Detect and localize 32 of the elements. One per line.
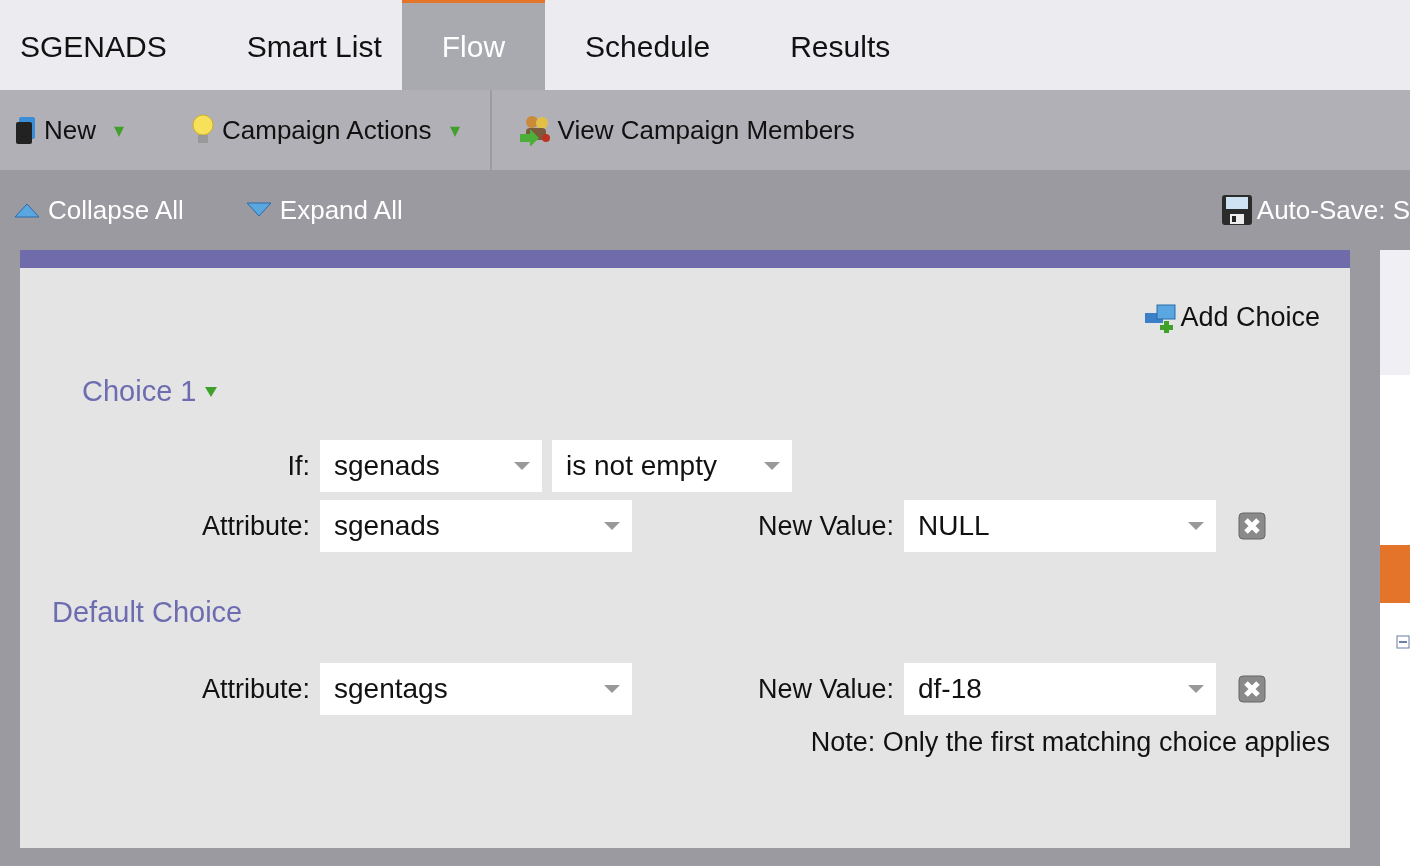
dropdown-field[interactable]: NULL [904,500,1216,552]
add-windows-icon [1144,302,1179,333]
triangle-up-icon [14,202,40,218]
dropdown-field[interactable]: sgenads [320,500,632,552]
toolbar-link[interactable]: View Campaign Members [517,90,855,170]
attribute-label: Attribute: [200,673,310,705]
book-icon [14,115,38,145]
people-icon [517,114,552,146]
triangle-down-icon [245,202,272,218]
new-value-label: New Value: [756,673,894,705]
delete-icon[interactable] [1238,675,1266,703]
note-text: Note: Only the first matching choice applies [810,727,1330,758]
choice-title: Choice 1 [82,375,197,408]
highlight-bar [1380,545,1410,603]
menu-button[interactable]: Campaign Actions ▾ [190,113,460,147]
tab[interactable]: Schedule [545,0,731,90]
dropdown-field[interactable]: sgentags [320,663,632,715]
add-choice-button[interactable]: Add Choice [1144,302,1320,333]
new-value-label: New Value: [756,510,894,542]
default-choice-title: Default Choice [52,596,243,629]
auto-save-status: Auto-Save: S [1256,194,1410,226]
tab[interactable]: Results [770,0,911,90]
if-label: If: [286,450,310,482]
tab[interactable]: SGENADS [0,0,187,90]
dropdown-field[interactable]: sgenads [320,440,542,492]
menu-button[interactable]: New ▾ [14,114,124,146]
caret-icon [204,385,219,398]
dropdown-field[interactable]: is not empty [552,440,792,492]
tab[interactable]: Smart List [226,0,402,90]
attribute-label: Attribute: [200,510,310,542]
delete-icon[interactable] [1238,512,1266,540]
dropdown-field[interactable]: df-18 [904,663,1216,715]
